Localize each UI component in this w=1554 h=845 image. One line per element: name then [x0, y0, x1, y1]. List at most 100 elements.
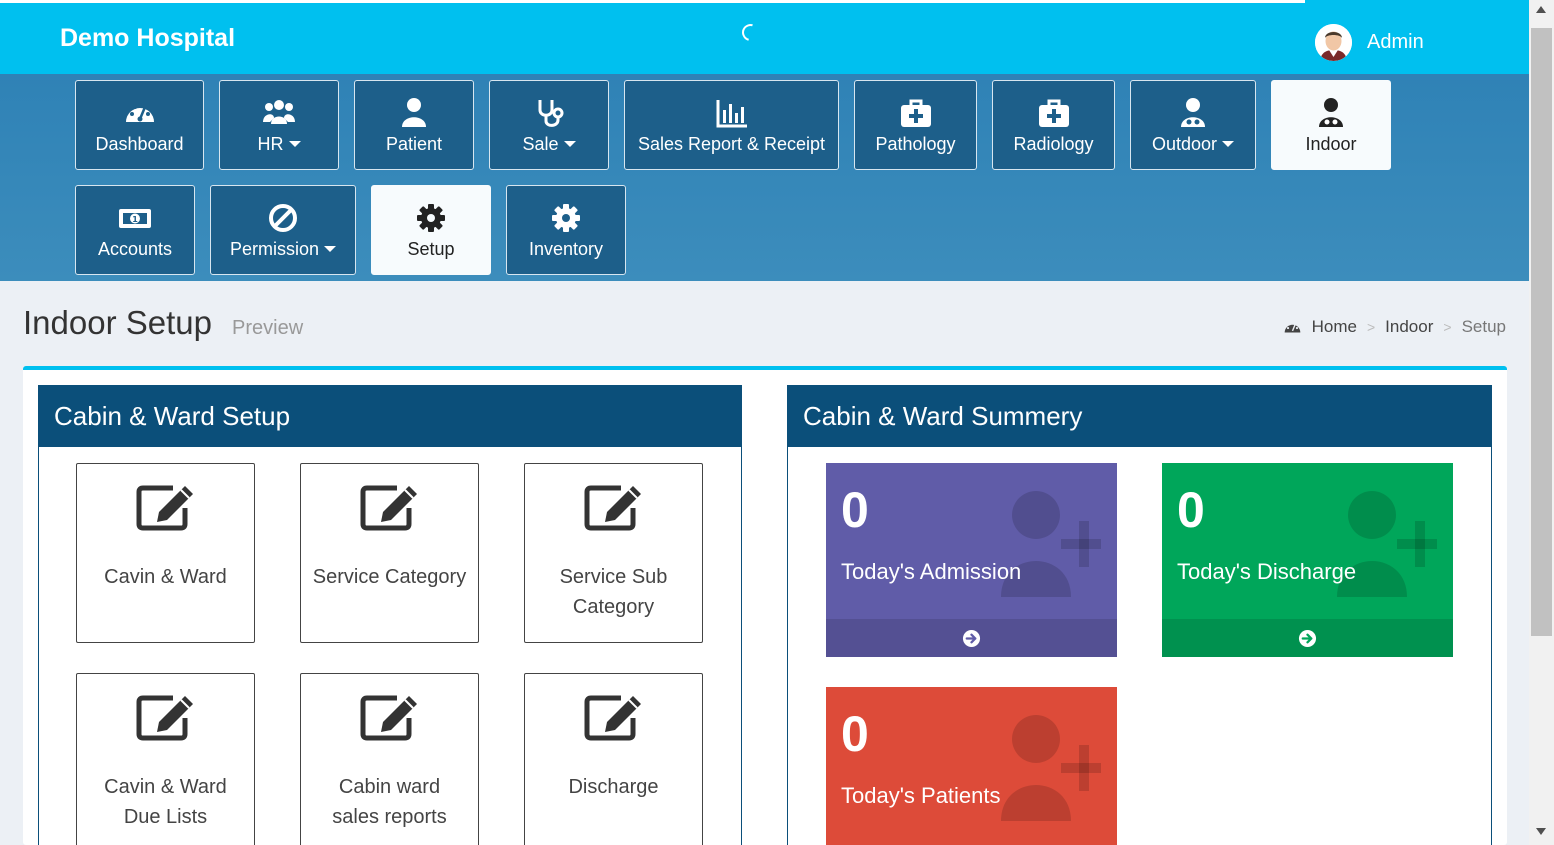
nav-sales-report-button[interactable]: Sales Report & Receipt — [624, 80, 839, 170]
medkit-icon — [900, 99, 931, 127]
nav-label: Dashboard — [95, 133, 184, 154]
stat-card-admission: 0 Today's Admission — [826, 463, 1117, 657]
tile-label: Cabin ward — [338, 776, 441, 798]
user-md-icon — [1181, 97, 1205, 127]
edit-icon — [136, 695, 193, 741]
nav-label: Sale — [522, 133, 559, 154]
nav-inventory-button[interactable]: Inventory — [506, 185, 626, 275]
nav-label: HR — [257, 133, 284, 154]
stethoscope-icon — [538, 99, 564, 127]
tile-label: Due Lists — [123, 806, 208, 828]
nav-label: Patient — [385, 133, 443, 154]
nav-label: Accounts — [97, 238, 173, 259]
scroll-down-arrow-icon[interactable] — [1536, 828, 1546, 835]
nav-label: Sales Report & Receipt — [637, 133, 826, 154]
nav-indoor-button[interactable]: Indoor — [1271, 80, 1391, 170]
users-icon — [263, 99, 295, 124]
stat-label: Today's Patients — [841, 783, 1001, 808]
nav-label: Pathology — [875, 133, 956, 154]
nav-setup-button[interactable]: Setup — [371, 185, 491, 275]
stat-value: 0 — [841, 706, 869, 762]
nav-patient-button[interactable]: Patient — [354, 80, 474, 170]
nav-dashboard-button[interactable]: Dashboard — [75, 80, 204, 170]
nav-label: Permission — [229, 238, 320, 259]
tile-cabin-ward-sales-reports[interactable]: Cabin ward sales reports — [300, 673, 479, 845]
edit-icon — [584, 695, 641, 741]
edit-icon — [584, 485, 641, 531]
ban-icon — [269, 203, 297, 232]
setup-panel: Cabin & Ward Setup Cavin & Ward Service … — [38, 385, 742, 845]
breadcrumb-indoor-link[interactable]: Indoor — [1385, 317, 1433, 337]
tile-label: Service Sub — [559, 566, 668, 588]
tile-service-sub-category[interactable]: Service Sub Category — [524, 463, 703, 643]
brand-logo[interactable]: Demo Hospital — [60, 24, 235, 53]
stat-label: Today's Admission — [841, 559, 1022, 584]
money-icon: 1 — [119, 208, 151, 228]
tile-cavin-ward[interactable]: Cavin & Ward — [76, 463, 255, 643]
page-subtitle: Preview — [232, 317, 304, 339]
bar-chart-icon — [716, 99, 747, 127]
dashboard-icon — [1284, 321, 1300, 333]
scroll-up-arrow-icon[interactable] — [1536, 6, 1546, 13]
main-navigation: Dashboard HR Patient Sale Sales Report &… — [0, 74, 1529, 281]
user-name[interactable]: Admin — [1367, 31, 1424, 54]
dashboard-icon — [125, 102, 154, 122]
nav-hr-button[interactable]: HR — [219, 80, 339, 170]
nav-pathology-button[interactable]: Pathology — [854, 80, 977, 170]
breadcrumb-separator: > — [1443, 319, 1452, 335]
scrollbar-thumb[interactable] — [1531, 28, 1552, 636]
edit-icon — [136, 485, 193, 531]
nav-radiology-button[interactable]: Radiology — [992, 80, 1115, 170]
user-icon — [402, 97, 426, 127]
caret-down-icon — [563, 141, 576, 147]
tile-label: Service Category — [312, 566, 467, 588]
nav-label: Radiology — [1013, 133, 1094, 154]
stat-more-info-link[interactable] — [1162, 619, 1453, 657]
top-header: Demo Hospital Admin — [0, 0, 1529, 74]
user-plus-icon — [1001, 715, 1101, 821]
vertical-scrollbar[interactable] — [1529, 0, 1554, 845]
nav-label: Inventory — [528, 238, 604, 259]
tile-label: Cavin & Ward — [104, 776, 227, 798]
tile-discharge[interactable]: Discharge — [524, 673, 703, 845]
stat-card-discharge: 0 Today's Discharge — [1162, 463, 1453, 657]
avatar-icon — [1315, 24, 1352, 61]
nav-sale-button[interactable]: Sale — [489, 80, 609, 170]
user-md-icon — [1319, 97, 1343, 127]
stat-value: 0 — [1177, 482, 1205, 538]
tile-cavin-ward-due-lists[interactable]: Cavin & Ward Due Lists — [76, 673, 255, 845]
svg-text:1: 1 — [132, 215, 138, 224]
caret-down-icon — [1222, 141, 1235, 147]
tile-label: Category — [572, 596, 655, 618]
caret-down-icon — [324, 246, 337, 252]
tile-service-category[interactable]: Service Category — [300, 463, 479, 643]
loading-spinner-icon — [738, 20, 763, 45]
tile-label: Discharge — [568, 776, 659, 798]
summary-panel-title: Cabin & Ward Summery — [788, 386, 1491, 447]
nav-accounts-button[interactable]: 1 Accounts — [75, 185, 195, 275]
user-avatar[interactable] — [1315, 24, 1352, 61]
breadcrumb-separator: > — [1366, 319, 1376, 335]
breadcrumb-home-link[interactable]: Home — [1312, 317, 1357, 337]
breadcrumb-current: Setup — [1461, 317, 1506, 336]
stat-more-info-link[interactable] — [826, 619, 1117, 657]
nav-label: Setup — [407, 238, 455, 259]
nav-label: Indoor — [1305, 133, 1357, 154]
loading-progress-bar — [0, 0, 1305, 3]
edit-icon — [360, 695, 417, 741]
breadcrumb: Home > Indoor > Setup — [1283, 317, 1506, 337]
nav-label: Outdoor — [1151, 133, 1218, 154]
edit-icon — [360, 485, 417, 531]
nav-outdoor-button[interactable]: Outdoor — [1130, 80, 1256, 170]
gear-icon — [552, 203, 580, 232]
summary-panel: Cabin & Ward Summery 0 Today's Admission… — [787, 385, 1492, 845]
stat-value: 0 — [841, 482, 869, 538]
nav-permission-button[interactable]: Permission — [210, 185, 356, 275]
page-title: Indoor Setup — [23, 304, 212, 341]
arrow-circle-right-icon — [1298, 629, 1317, 647]
gear-icon — [417, 203, 445, 232]
stat-card-patients: 0 Today's Patients — [826, 687, 1117, 845]
setup-panel-title: Cabin & Ward Setup — [39, 386, 741, 447]
tile-label: sales reports — [332, 806, 447, 828]
medkit-icon — [1038, 99, 1069, 127]
